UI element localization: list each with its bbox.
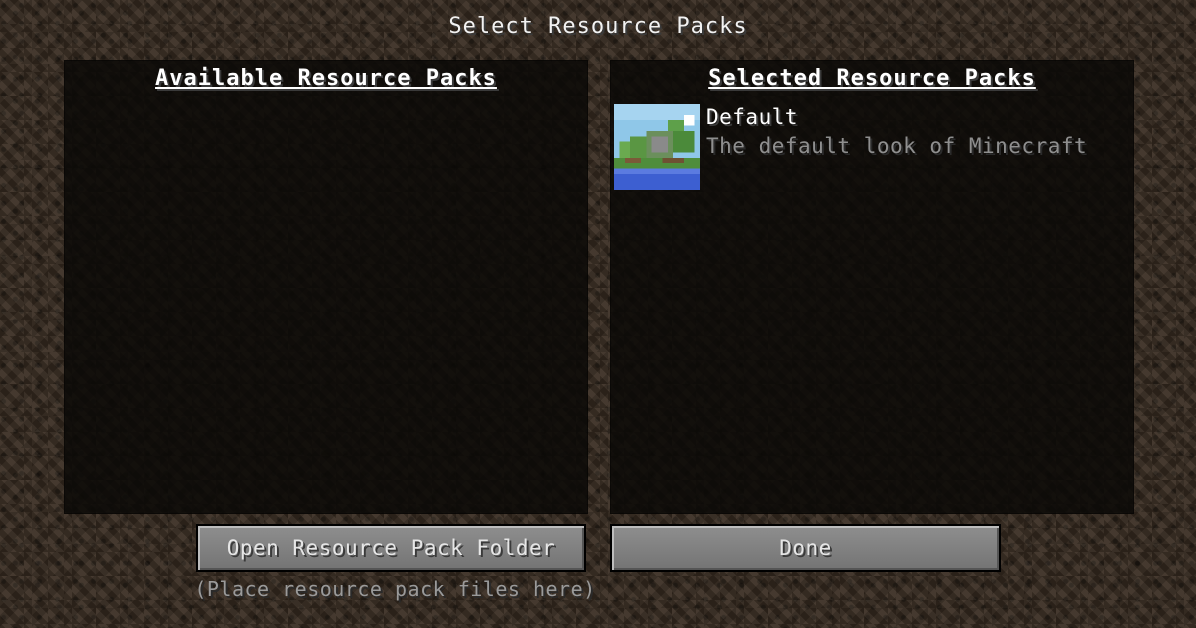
open-resource-pack-folder-button[interactable]: Open Resource Pack Folder [196, 524, 586, 572]
selected-packs-panel[interactable]: Selected Resource Packs Default The defa… [610, 60, 1134, 514]
available-packs-header: Available Resource Packs [155, 66, 497, 91]
available-packs-panel[interactable]: Available Resource Packs [64, 60, 588, 514]
pack-name: Default [706, 105, 799, 129]
pack-description: The default look of Minecraft [706, 134, 1088, 158]
pack-entry-default[interactable]: Default The default look of Minecraft [614, 104, 1124, 190]
screen-title: Select Resource Packs [448, 14, 748, 39]
done-button[interactable]: Done [610, 524, 1001, 572]
place-files-hint: (Place resource pack files here) [194, 577, 596, 601]
grass-block-landscape-icon [614, 104, 700, 190]
selected-packs-header: Selected Resource Packs [708, 66, 1036, 91]
